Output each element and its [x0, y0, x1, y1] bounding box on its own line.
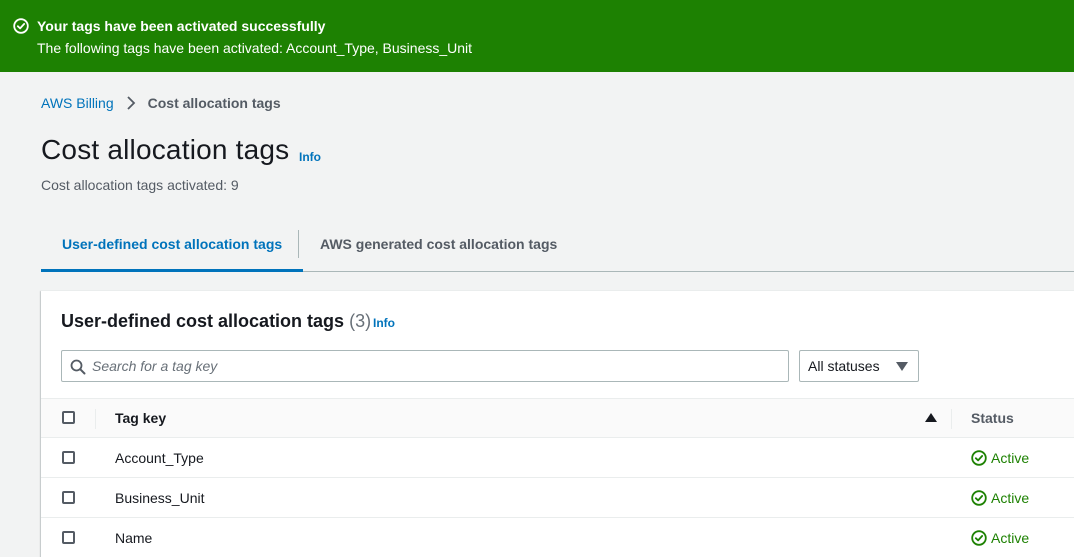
tags-table-container: User-defined cost allocation tags (3) In… — [41, 290, 1074, 557]
table-count: (3) — [349, 311, 372, 331]
column-header-status[interactable]: Status — [971, 399, 1014, 437]
check-circle-icon — [971, 530, 987, 546]
check-circle-icon — [13, 18, 29, 34]
search-field[interactable] — [61, 350, 789, 382]
page-title: Cost allocation tags — [41, 134, 290, 165]
sort-ascending-icon[interactable] — [925, 413, 937, 422]
row-checkbox[interactable] — [62, 531, 75, 544]
chevron-right-icon — [126, 96, 135, 110]
status-filter-value: All statuses — [808, 358, 880, 374]
column-header-tag-key[interactable]: Tag key — [115, 399, 166, 437]
tag-key-cell: Name — [115, 530, 153, 546]
page-description: Cost allocation tags activated: 9 — [41, 177, 239, 193]
table-header: Tag key Status — [41, 398, 1074, 438]
status-cell: Active — [971, 478, 1029, 518]
flash-title: Your tags have been activated successful… — [37, 18, 326, 34]
check-circle-icon — [971, 450, 987, 466]
status-filter-select[interactable]: All statuses — [799, 350, 919, 382]
success-flash-banner: Your tags have been activated successful… — [0, 0, 1074, 72]
status-text: Active — [991, 530, 1030, 546]
tag-key-cell: Business_Unit — [115, 490, 205, 506]
tag-key-cell: Account_Type — [115, 450, 204, 466]
status-cell: Active — [971, 438, 1029, 478]
select-all-checkbox[interactable] — [62, 411, 75, 424]
search-icon — [70, 359, 86, 375]
column-separator — [95, 409, 96, 429]
breadcrumb-aws-billing-link[interactable]: AWS Billing — [41, 95, 114, 111]
row-checkbox[interactable] — [62, 451, 75, 464]
table-row[interactable]: Name Active — [41, 518, 1074, 557]
table-row[interactable]: Account_Type Active — [41, 438, 1074, 478]
page-info-link[interactable]: Info — [299, 150, 321, 164]
column-separator — [951, 409, 952, 429]
check-circle-icon — [971, 490, 987, 506]
tab-bar: User-defined cost allocation tags AWS ge… — [41, 222, 1074, 272]
search-input[interactable] — [92, 352, 782, 380]
table-title-text: User-defined cost allocation tags — [61, 311, 345, 331]
status-text: Active — [991, 450, 1030, 466]
table-info-link[interactable]: Info — [373, 316, 395, 330]
status-text: Active — [991, 490, 1030, 506]
table-title: User-defined cost allocation tags (3) — [61, 311, 371, 332]
status-cell: Active — [971, 518, 1029, 557]
flash-message: The following tags have been activated: … — [37, 40, 473, 56]
breadcrumb-current: Cost allocation tags — [147, 95, 281, 111]
tab-aws-generated[interactable]: AWS generated cost allocation tags — [299, 222, 578, 272]
row-checkbox[interactable] — [62, 491, 75, 504]
breadcrumb: AWS Billing Cost allocation tags — [41, 95, 281, 111]
caret-down-icon — [896, 362, 908, 371]
table-row[interactable]: Business_Unit Active — [41, 478, 1074, 518]
tab-user-defined[interactable]: User-defined cost allocation tags — [41, 222, 304, 272]
